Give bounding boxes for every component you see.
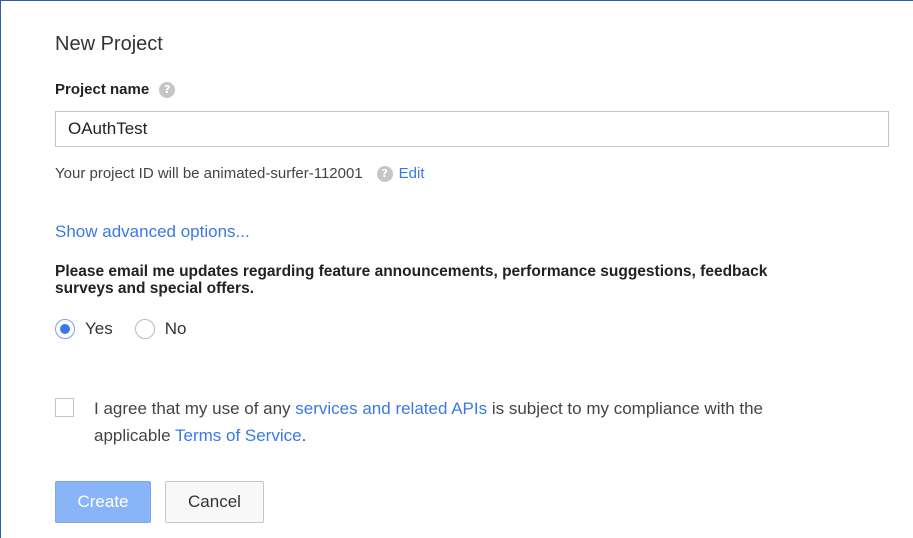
radio-yes-label[interactable]: Yes (85, 319, 113, 339)
project-id-row: Your project ID will be animated-surfer-… (55, 165, 425, 182)
radio-no[interactable] (134, 319, 155, 339)
agree-text-after: . (301, 426, 307, 445)
show-advanced-options-link[interactable]: Show advanced options... (55, 222, 250, 242)
project-name-input[interactable] (55, 111, 889, 147)
project-id-text: Your project ID will be animated-surfer-… (55, 165, 363, 182)
project-name-label: Project name (55, 81, 150, 98)
terms-checkbox[interactable] (55, 398, 74, 417)
help-icon[interactable]: ? (159, 81, 176, 98)
edit-project-id-link[interactable]: Edit (399, 165, 425, 182)
dialog-title: New Project (55, 33, 163, 55)
services-apis-link[interactable]: services and related APIs (295, 399, 487, 418)
terms-agreement-text: I agree that my use of any services and … (94, 395, 814, 449)
agree-text-before: I agree that my use of any (94, 399, 296, 418)
radio-yes[interactable] (55, 319, 75, 339)
help-icon[interactable]: ? (376, 165, 393, 182)
terms-agreement-row: I agree that my use of any services and … (55, 395, 814, 449)
terms-of-service-link[interactable]: Terms of Service (175, 426, 302, 445)
email-updates-text: Please email me updates regarding featur… (55, 263, 768, 297)
page-frame: New Project Project name ? Your project … (0, 0, 913, 538)
project-name-label-row: Project name ? (55, 81, 176, 98)
email-updates-radio-group: Yes No (55, 319, 208, 339)
radio-no-label[interactable]: No (165, 319, 187, 339)
create-button[interactable]: Create (55, 481, 151, 523)
cancel-button[interactable]: Cancel (165, 481, 264, 523)
